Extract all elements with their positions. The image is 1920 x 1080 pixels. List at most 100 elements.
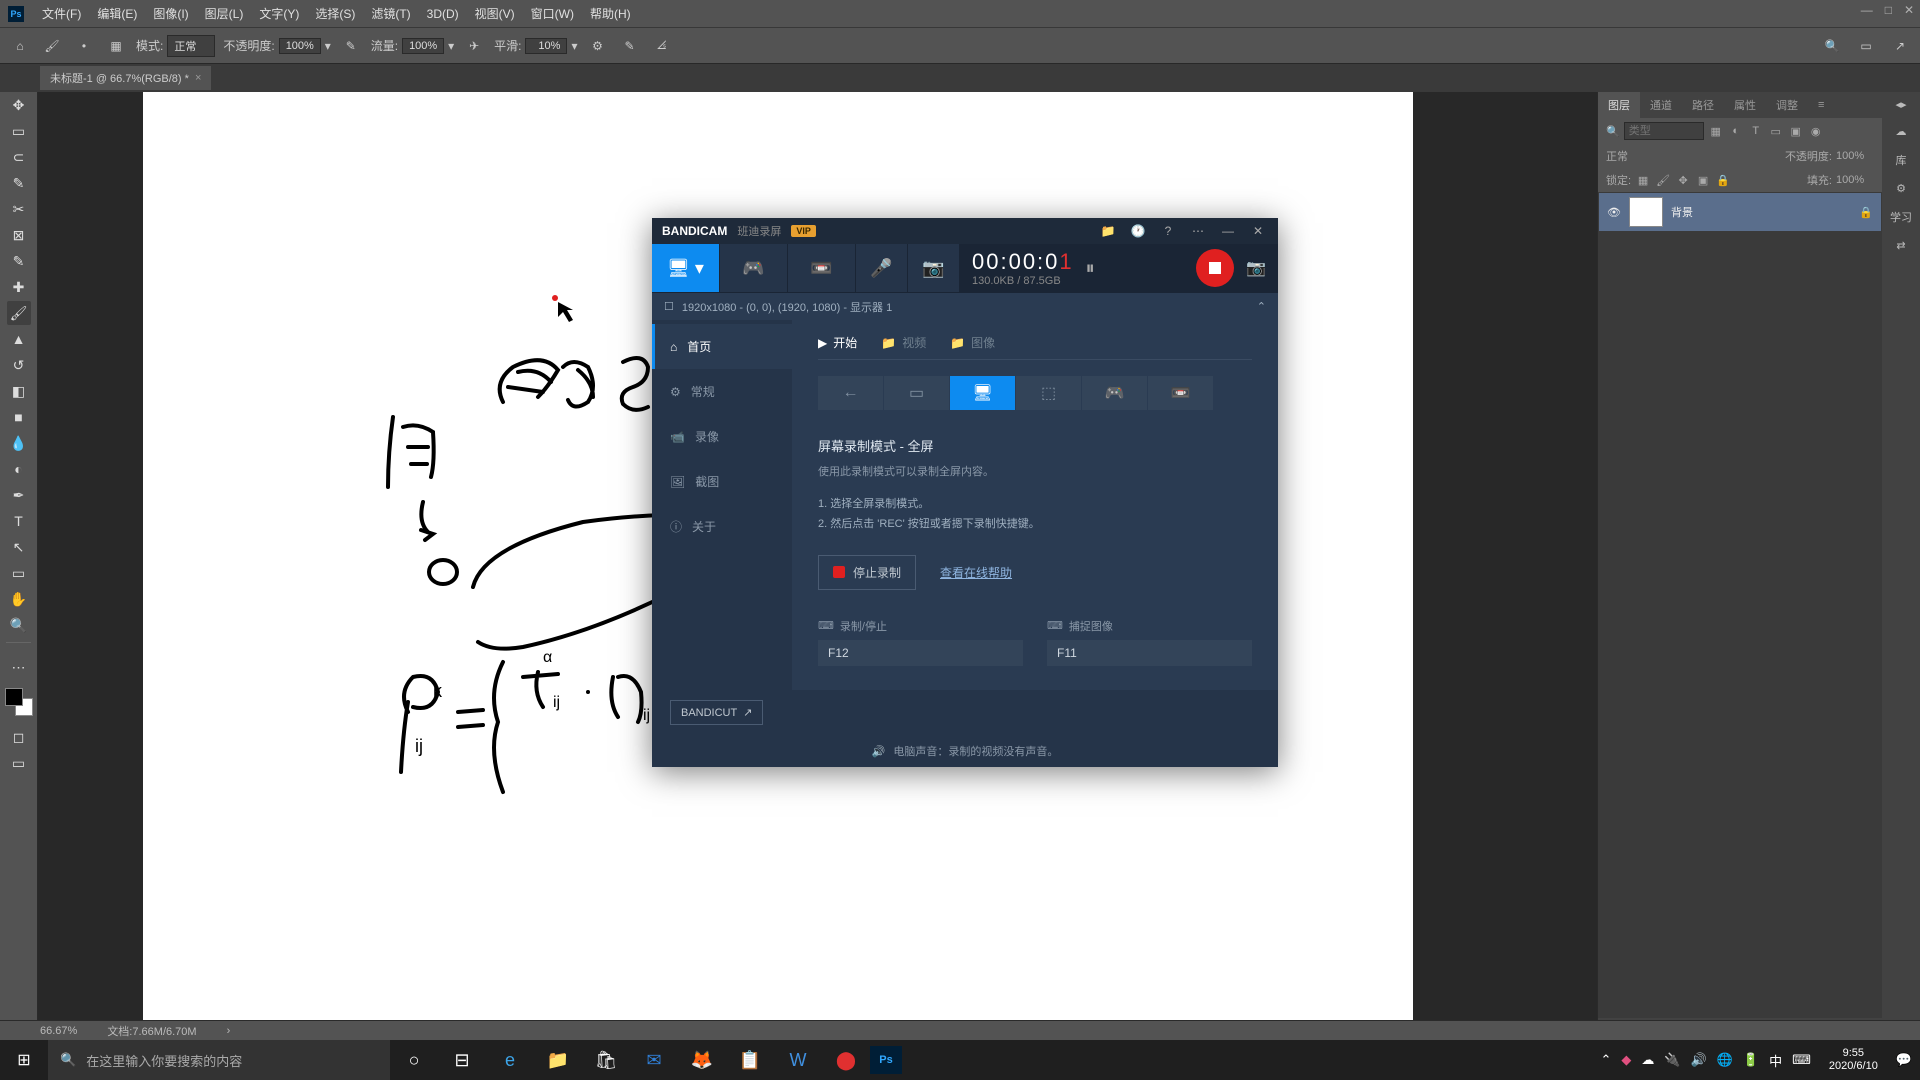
filter-toggle-icon[interactable]: ◉ — [1808, 123, 1824, 139]
mode-device-capture[interactable]: 📼 — [1148, 376, 1214, 410]
statusbar-arrow-icon[interactable]: › — [227, 1025, 231, 1037]
tab-layers[interactable]: 图层 — [1598, 92, 1640, 118]
edge-icon[interactable]: e — [486, 1040, 534, 1080]
menu-select[interactable]: 选择(S) — [307, 5, 363, 22]
blur-tool[interactable]: 💧 — [7, 431, 31, 455]
menu-help[interactable]: 帮助(H) — [582, 5, 639, 22]
pressure-size-icon[interactable]: ✎ — [617, 34, 641, 58]
share-icon[interactable]: ↗ — [1888, 34, 1912, 58]
type-tool[interactable]: T — [7, 509, 31, 533]
sidecol-learn[interactable]: 学习 — [1890, 209, 1912, 225]
hotkey-capture-key[interactable]: F11 — [1047, 640, 1252, 666]
pause-button[interactable]: ⏸ — [1086, 258, 1095, 279]
sidebar-about[interactable]: ⓘ关于 — [652, 504, 792, 549]
airbrush-icon[interactable]: ✈ — [462, 34, 486, 58]
shape-tool[interactable]: ▭ — [7, 561, 31, 585]
lock-all-icon[interactable]: 🔒 — [1715, 172, 1731, 188]
workspace-icon[interactable]: ▭ — [1854, 34, 1878, 58]
opacity-arrow-icon[interactable]: ▾ — [325, 39, 331, 53]
layer-thumbnail[interactable] — [1629, 197, 1663, 227]
move-tool[interactable]: ✥ — [7, 93, 31, 117]
hand-tool[interactable]: ✋ — [7, 587, 31, 611]
mode-rectangle[interactable]: ▭ — [884, 376, 950, 410]
opacity-value[interactable]: 100% — [279, 38, 321, 54]
help-link[interactable]: 查看在线帮助 — [940, 564, 1012, 581]
stamp-tool[interactable]: ▲ — [7, 327, 31, 351]
smooth-options-icon[interactable]: ⚙ — [585, 34, 609, 58]
quick-select-tool[interactable]: ✎ — [7, 171, 31, 195]
menu-window[interactable]: 窗口(W) — [523, 5, 582, 22]
blend-mode-dropdown[interactable]: 正常 — [1606, 148, 1781, 164]
webcam-icon[interactable]: 📷 — [908, 244, 960, 292]
layer-row[interactable]: 👁 背景 🔒 — [1599, 193, 1881, 231]
brush-icon[interactable]: 🖌 — [40, 34, 64, 58]
tray-usb-icon[interactable]: 🔌 — [1664, 1052, 1680, 1068]
brush-preset-icon[interactable]: • — [72, 34, 96, 58]
bandicam-close[interactable]: ✕ — [1248, 224, 1268, 238]
hotkey-record-key[interactable]: F12 — [818, 640, 1023, 666]
menu-view[interactable]: 视图(V) — [467, 5, 523, 22]
layer-filter-input[interactable] — [1624, 122, 1704, 140]
symmetry-icon[interactable]: ⦞ — [649, 34, 673, 58]
smooth-arrow-icon[interactable]: ▾ — [571, 39, 577, 53]
sticky-notes-icon[interactable]: 📋 — [726, 1040, 774, 1080]
mode-around-mouse[interactable]: ⬚ — [1016, 376, 1082, 410]
tray-onedrive-icon[interactable]: ☁ — [1641, 1052, 1654, 1068]
zoom-level[interactable]: 66.67% — [40, 1025, 77, 1037]
clock[interactable]: 9:55 2020/6/10 — [1821, 1047, 1886, 1073]
tab-channels[interactable]: 通道 — [1640, 92, 1682, 118]
layer-visibility-icon[interactable]: 👁 — [1607, 206, 1621, 219]
menu-3d[interactable]: 3D(D) — [419, 7, 467, 21]
flow-arrow-icon[interactable]: ▾ — [448, 39, 454, 53]
mode-screen[interactable]: 🖥 ▾ — [652, 244, 720, 292]
home-icon[interactable]: ⌂ — [8, 34, 32, 58]
tab-image[interactable]: 📁图像 — [950, 334, 995, 351]
eraser-tool[interactable]: ◧ — [7, 379, 31, 403]
taskview-icon[interactable]: ⊟ — [438, 1040, 486, 1080]
document-tab[interactable]: 未标题-1 @ 66.7%(RGB/8) * × — [40, 66, 211, 90]
tab-paths[interactable]: 路径 — [1682, 92, 1724, 118]
lasso-tool[interactable]: ⊂ — [7, 145, 31, 169]
tab-start[interactable]: ▶开始 — [818, 334, 857, 351]
taskbar-search[interactable]: 🔍 在这里输入你要搜索的内容 — [48, 1040, 390, 1080]
lock-pixels-icon[interactable]: 🖌 — [1655, 172, 1671, 188]
store-icon[interactable]: 🛍 — [582, 1040, 630, 1080]
tray-battery-icon[interactable]: 🔋 — [1743, 1052, 1759, 1068]
lock-artboard-icon[interactable]: ▣ — [1695, 172, 1711, 188]
menu-file[interactable]: 文件(F) — [34, 5, 89, 22]
tray-network-icon[interactable]: 🌐 — [1717, 1052, 1733, 1068]
layer-lock-icon[interactable]: 🔒 — [1859, 206, 1873, 219]
brush-tool[interactable]: 🖌 — [7, 301, 31, 325]
path-select-tool[interactable]: ↖ — [7, 535, 31, 559]
clock-icon[interactable]: 🕐 — [1128, 224, 1148, 238]
tab-properties[interactable]: 属性 — [1724, 92, 1766, 118]
stop-record-button[interactable]: 停止录制 — [818, 555, 916, 590]
bandicam-minimize[interactable]: — — [1218, 224, 1238, 238]
mail-icon[interactable]: ✉ — [630, 1040, 678, 1080]
lock-transparent-icon[interactable]: ▦ — [1635, 172, 1651, 188]
eyedropper-tool[interactable]: ✎ — [7, 249, 31, 273]
more-icon[interactable]: ⋯ — [1188, 224, 1208, 238]
color-swatches[interactable] — [5, 688, 33, 716]
edit-toolbar[interactable]: ⋯ — [7, 655, 31, 679]
explorer-icon[interactable]: 📁 — [534, 1040, 582, 1080]
record-button[interactable] — [1196, 249, 1234, 287]
window-maximize[interactable]: □ — [1885, 3, 1892, 17]
gradient-tool[interactable]: ■ — [7, 405, 31, 429]
zoom-tool[interactable]: 🔍 — [7, 613, 31, 637]
mode-game-capture[interactable]: 🎮 — [1082, 376, 1148, 410]
flow-value[interactable]: 100% — [402, 38, 444, 54]
layer-opacity-value[interactable]: 100% — [1836, 150, 1874, 162]
photoshop-taskbar-icon[interactable]: Ps — [870, 1046, 902, 1074]
tab-video[interactable]: 📁视频 — [881, 334, 926, 351]
cortana-icon[interactable]: ○ — [390, 1040, 438, 1080]
sidecol-library[interactable]: 库 — [1896, 152, 1907, 168]
bandicam-taskbar-icon[interactable]: ⬤ — [822, 1040, 870, 1080]
learn-icon[interactable]: ⚙ — [1896, 182, 1906, 195]
smooth-value[interactable]: 10% — [525, 38, 567, 54]
sidebar-home[interactable]: ⌂首页 — [652, 324, 792, 369]
frame-tool[interactable]: ⊠ — [7, 223, 31, 247]
collapse-icon[interactable]: ⌃ — [1257, 300, 1266, 313]
tray-expand-icon[interactable]: ⌃ — [1600, 1052, 1611, 1068]
mode-dropdown[interactable]: 正常 — [167, 35, 215, 57]
